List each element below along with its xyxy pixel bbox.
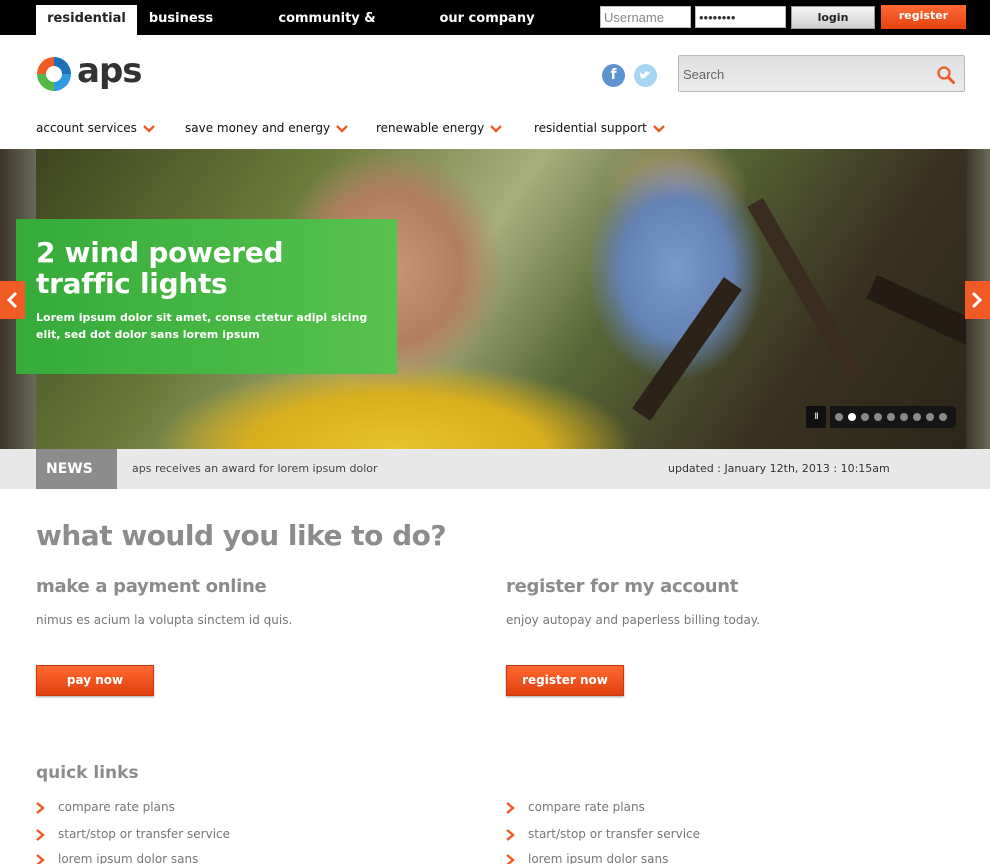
tab-our-company[interactable]: our company	[435, 5, 539, 35]
nav-account-services-label: account services	[36, 121, 137, 135]
chevron-right-icon	[36, 854, 45, 864]
hero-caption-card[interactable]: 2 wind powered traffic lights Lorem ipsu…	[16, 219, 397, 374]
chevron-right-icon	[506, 802, 515, 814]
search-icon[interactable]	[936, 65, 956, 85]
slide-indicator	[830, 406, 956, 428]
search-box	[678, 55, 965, 92]
news-bar: NEWS aps receives an award for lorem ips…	[0, 449, 990, 489]
facebook-icon[interactable]: f	[602, 64, 625, 87]
chevron-right-icon	[506, 854, 515, 864]
quick-links-heading: quick links	[36, 763, 139, 783]
login-button[interactable]: login	[791, 6, 875, 29]
chevron-right-icon	[36, 829, 45, 841]
quick-link-label: compare rate plans	[58, 800, 175, 814]
tab-residential[interactable]: residential	[36, 5, 137, 35]
nav-renewable-energy-label: renewable energy	[376, 121, 485, 135]
aps-logo[interactable]: aps	[35, 51, 143, 94]
nav-save-money-energy[interactable]: save money and energy	[185, 121, 348, 141]
register-heading: register for my account	[506, 576, 739, 597]
slide-dot[interactable]	[887, 413, 895, 421]
pay-now-button[interactable]: pay now	[36, 665, 154, 696]
hero-next-button[interactable]	[965, 281, 990, 319]
slide-dot[interactable]	[848, 413, 856, 421]
slide-dot[interactable]	[900, 413, 908, 421]
twitter-icon[interactable]	[634, 64, 657, 87]
register-button[interactable]: register	[881, 5, 966, 29]
news-headline[interactable]: aps receives an award for lorem ipsum do…	[132, 462, 378, 475]
chevron-down-icon	[490, 124, 503, 133]
chevron-right-icon	[506, 829, 515, 841]
aps-logo-mark-icon	[37, 57, 71, 91]
logo-text: aps	[77, 51, 143, 91]
nav-save-money-energy-label: save money and energy	[185, 121, 331, 135]
chevron-down-icon	[653, 124, 665, 133]
hero-tree-branch	[747, 197, 863, 381]
chevron-down-icon	[143, 124, 155, 133]
search-input[interactable]	[683, 64, 923, 84]
username-input[interactable]	[600, 6, 691, 28]
slide-dot[interactable]	[874, 413, 882, 421]
tab-business[interactable]: business	[140, 5, 222, 35]
quick-link-label: start/stop or transfer service	[58, 827, 231, 841]
register-now-button[interactable]: register now	[506, 665, 624, 696]
hero-tree-branch	[866, 274, 966, 350]
quick-link-label: start/stop or transfer service	[528, 827, 701, 841]
quick-link-label: lorem ipsum dolor sans	[528, 852, 669, 864]
payment-heading: make a payment online	[36, 576, 267, 597]
hero-title: 2 wind powered traffic lights	[36, 236, 284, 300]
payment-text: nimus es acium la volupta sinctem id qui…	[36, 613, 293, 627]
slide-dot[interactable]	[835, 413, 843, 421]
register-text: enjoy autopay and paperless billing toda…	[506, 613, 761, 627]
hero-tree-branch	[632, 277, 742, 421]
chevron-right-icon	[971, 292, 983, 308]
chevron-right-icon	[36, 802, 45, 814]
password-input[interactable]	[695, 6, 786, 28]
nav-residential-support[interactable]: residential support	[534, 121, 665, 141]
nav-renewable-energy[interactable]: renewable energy	[376, 121, 503, 141]
chevron-down-icon	[336, 124, 348, 133]
news-updated-timestamp: updated : January 12th, 2013 : 10:15am	[668, 462, 890, 475]
tab-community-environment[interactable]: community & environment	[232, 5, 422, 54]
slideshow-pause-button[interactable]: II	[806, 406, 826, 428]
hero-prev-button[interactable]	[0, 281, 25, 319]
page-heading: what would you like to do?	[36, 519, 447, 552]
slide-dot[interactable]	[913, 413, 921, 421]
nav-account-services[interactable]: account services	[36, 121, 155, 141]
quick-link-label: compare rate plans	[528, 800, 645, 814]
news-label: NEWS	[36, 449, 117, 489]
chevron-left-icon	[6, 292, 18, 308]
nav-residential-support-label: residential support	[534, 121, 647, 135]
quick-link-label: lorem ipsum dolor sans	[58, 852, 199, 864]
slide-dot[interactable]	[939, 413, 947, 421]
hero-description: Lorem ipsum dolor sit amet, conse ctetur…	[36, 311, 368, 341]
slide-dot[interactable]	[926, 413, 934, 421]
slide-dot[interactable]	[861, 413, 869, 421]
